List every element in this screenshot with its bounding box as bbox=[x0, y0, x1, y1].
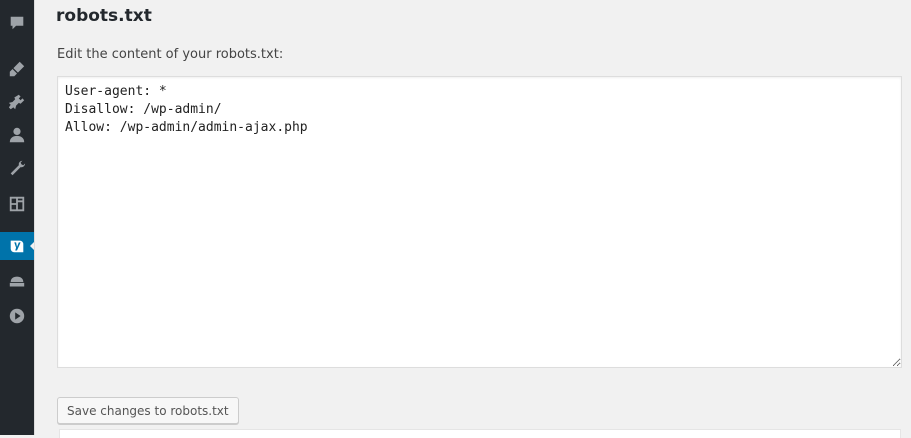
plugins-icon[interactable] bbox=[0, 88, 34, 116]
main-content: robots.txt Edit the content of your robo… bbox=[34, 0, 911, 438]
play-icon[interactable] bbox=[0, 302, 34, 330]
tools-icon[interactable] bbox=[0, 154, 34, 182]
users-icon[interactable] bbox=[0, 121, 34, 149]
appearance-icon[interactable] bbox=[0, 55, 34, 83]
appliance-icon[interactable] bbox=[0, 268, 34, 296]
yoast-seo-icon[interactable] bbox=[0, 232, 34, 260]
editor-label: Edit the content of your robots.txt: bbox=[57, 47, 284, 62]
settings-icon[interactable] bbox=[0, 190, 34, 218]
comments-icon[interactable] bbox=[0, 9, 34, 37]
robots-txt-editor[interactable]: User-agent: * Disallow: /wp-admin/ Allow… bbox=[57, 76, 902, 368]
admin-sidebar bbox=[0, 0, 35, 435]
next-section-box bbox=[59, 429, 901, 438]
save-robots-button[interactable]: Save changes to robots.txt bbox=[57, 397, 239, 424]
section-title: robots.txt bbox=[56, 6, 152, 26]
